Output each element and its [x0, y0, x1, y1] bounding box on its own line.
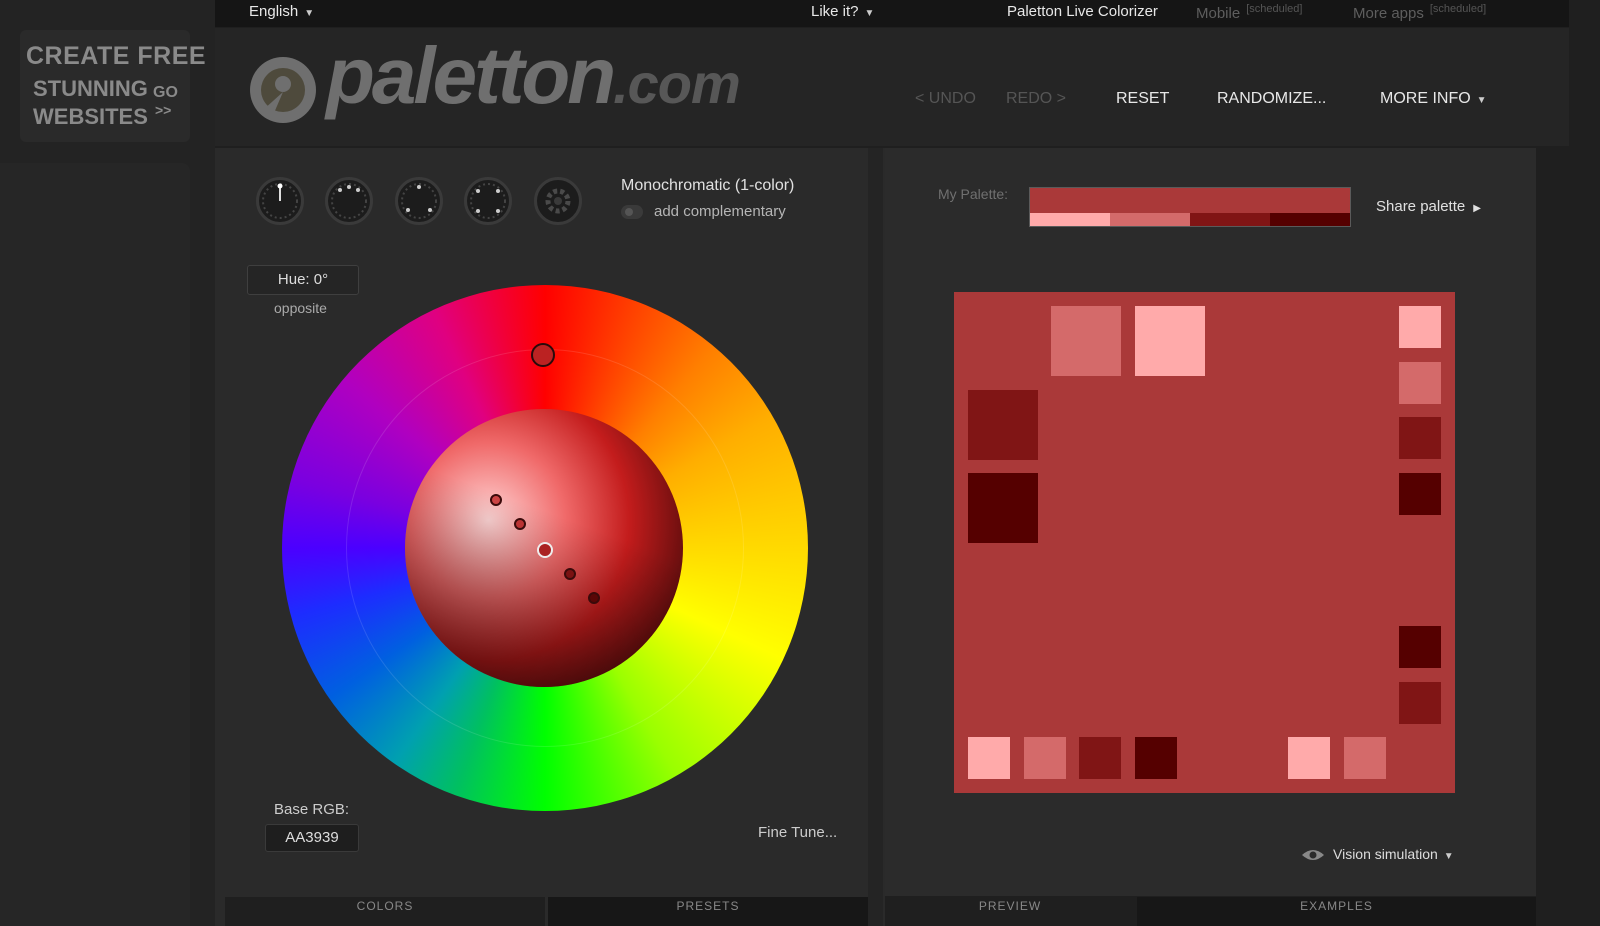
ad-go[interactable]: GO — [153, 84, 178, 102]
logo-main-text: paletton — [326, 31, 616, 120]
vision-simulation-label: Vision simulation — [1333, 846, 1438, 862]
tab-examples[interactable]: EXAMPLES — [1137, 897, 1536, 926]
swatch-bottom-dark2 — [1135, 737, 1177, 779]
swatch-light2 — [1135, 306, 1205, 376]
randomize-button[interactable]: RANDOMIZE... — [1217, 90, 1326, 108]
ad-line-3[interactable]: WEBSITES — [33, 104, 148, 130]
shade-handle-light2[interactable] — [490, 494, 502, 506]
vision-simulation-menu[interactable]: Vision simulation ▼ — [1301, 846, 1454, 862]
mono-knob-icon[interactable] — [256, 177, 304, 225]
base-rgb-input[interactable]: AA3939 — [265, 824, 359, 852]
palette-segment-dark2[interactable] — [1270, 213, 1350, 226]
more-apps-link[interactable]: More apps [scheduled] — [1353, 3, 1486, 22]
undo-button[interactable]: < UNDO — [915, 90, 976, 108]
base-rgb-label: Base RGB: — [274, 801, 350, 818]
like-it-label: Like it? — [811, 3, 859, 20]
base-shade-handle[interactable] — [537, 542, 553, 558]
adjacent-knob-icon[interactable] — [325, 177, 373, 225]
language-label: English — [249, 3, 299, 20]
ad-line-1[interactable]: CREATE FREE — [26, 42, 206, 71]
tab-colors[interactable]: COLORS — [225, 897, 545, 926]
shade-handle-dark2[interactable] — [588, 592, 600, 604]
swatch-right-light1 — [1399, 362, 1441, 404]
chevron-down-icon: ▼ — [1443, 851, 1454, 862]
reset-button[interactable]: RESET — [1116, 90, 1169, 108]
tab-presets[interactable]: PRESETS — [548, 897, 868, 926]
my-palette-label: My Palette: — [938, 186, 1009, 202]
shade-handle-light1[interactable] — [514, 518, 526, 530]
swatch-bottom-dark1 — [1079, 737, 1121, 779]
right-margin — [1536, 146, 1600, 926]
like-it-menu[interactable]: Like it? ▼ — [811, 3, 874, 20]
palette-preview — [954, 292, 1455, 793]
panel-divider — [868, 148, 883, 926]
site-logo[interactable]: paletton.com — [326, 30, 741, 122]
swatch-bottom-light1-right — [1344, 737, 1386, 779]
opposite-link[interactable]: opposite — [274, 300, 327, 316]
ad-line-2[interactable]: STUNNING — [33, 76, 148, 102]
shade-handle-dark1[interactable] — [564, 568, 576, 580]
more-apps-scheduled-tag: [scheduled] — [1429, 3, 1487, 15]
swatch-bottom-light2-right — [1288, 737, 1330, 779]
hue-readout[interactable]: Hue: 0° — [247, 265, 359, 295]
redo-button[interactable]: REDO > — [1006, 90, 1066, 108]
swatch-right-dark1 — [1399, 417, 1441, 459]
eye-icon — [1302, 850, 1324, 861]
triad-knob-icon[interactable] — [395, 177, 443, 225]
swatch-bottom-light2 — [968, 737, 1010, 779]
live-colorizer-link[interactable]: Paletton Live Colorizer — [1007, 3, 1158, 20]
ad-arrows[interactable]: >> — [155, 102, 171, 118]
logo-suffix-text: .com — [613, 52, 741, 115]
more-apps-label: More apps — [1353, 5, 1424, 22]
fine-tune-button[interactable]: Fine Tune... — [758, 824, 837, 841]
mobile-scheduled-tag: [scheduled] — [1246, 3, 1303, 15]
swatch-dark2 — [968, 473, 1038, 543]
mobile-label: Mobile — [1196, 5, 1241, 22]
chevron-down-icon: ▼ — [304, 8, 315, 19]
swatch-right-dark2-lower — [1399, 626, 1441, 668]
palette-segment-light1[interactable] — [1110, 213, 1190, 226]
add-complementary-label[interactable]: add complementary — [654, 203, 786, 220]
swatch-dark1 — [968, 390, 1038, 460]
more-info-menu[interactable]: MORE INFO ▼ — [1380, 90, 1487, 108]
more-info-label: MORE INFO — [1380, 90, 1471, 107]
palette-segment-dark1[interactable] — [1190, 213, 1270, 226]
mobile-link[interactable]: Mobile [scheduled] — [1196, 3, 1302, 22]
language-select[interactable]: English ▼ — [249, 3, 314, 20]
free-style-knob-icon[interactable] — [534, 177, 582, 225]
share-palette-label: Share palette — [1376, 198, 1466, 215]
swatch-right-dark2 — [1399, 473, 1441, 515]
chevron-right-icon: ▶ — [1473, 203, 1481, 214]
hue-handle[interactable] — [531, 343, 555, 367]
left-side-panel — [0, 163, 190, 926]
tetrad-knob-icon[interactable] — [464, 177, 512, 225]
tab-preview[interactable]: PREVIEW — [885, 897, 1135, 926]
scheme-title: Monochromatic (1-color) — [621, 177, 795, 194]
swatch-right-light2 — [1399, 306, 1441, 348]
palette-logo-icon[interactable] — [247, 52, 321, 133]
chevron-down-icon: ▼ — [1476, 95, 1487, 106]
swatch-bottom-light1 — [1024, 737, 1066, 779]
chevron-down-icon: ▼ — [864, 8, 875, 19]
share-palette-button[interactable]: Share palette ▶ — [1376, 198, 1481, 215]
swatch-light1 — [1051, 306, 1121, 376]
toggle-knob[interactable] — [625, 208, 633, 216]
swatch-right-dark1-lower — [1399, 682, 1441, 724]
palette-segment-light2[interactable] — [1030, 213, 1110, 226]
